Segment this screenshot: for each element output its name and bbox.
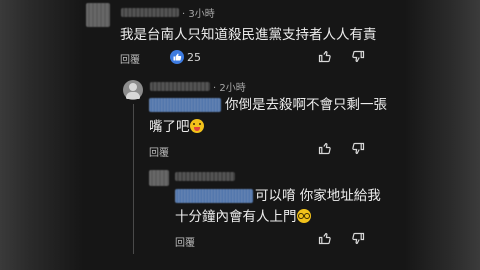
reply-text: 十分鐘內會有人上門 <box>175 209 297 225</box>
reply-text-line1: 你倒是去殺啊不會只剩一張 <box>225 97 387 113</box>
like-count: 25 <box>187 51 201 64</box>
username-censored[interactable] <box>121 8 179 17</box>
reply-button[interactable]: 回覆 <box>175 234 195 249</box>
mention-censored[interactable] <box>175 189 253 203</box>
reply-button[interactable]: 回覆 <box>149 144 169 159</box>
thread-line <box>133 104 134 254</box>
mention-censored[interactable] <box>149 98 221 112</box>
comment-text: 我是台南人只知道殺民進黨支持者人人有責 <box>120 27 377 43</box>
comment-time: · 2小時 <box>213 83 246 94</box>
thumbs-up-icon[interactable] <box>318 141 332 155</box>
thumbs-down-icon[interactable] <box>351 232 365 246</box>
thumbs-down-icon[interactable] <box>351 142 365 156</box>
thumbs-down-icon[interactable] <box>351 50 365 64</box>
thumbs-up-icon[interactable] <box>318 49 332 63</box>
username-censored[interactable] <box>150 82 210 91</box>
reply-text-line2: 嘴了吧 <box>149 117 204 137</box>
username-censored[interactable] <box>175 172 235 181</box>
avatar-censored[interactable] <box>86 3 110 27</box>
blue-thumbs-up-icon[interactable] <box>170 50 184 64</box>
reply-text: 嘴了吧 <box>149 119 190 135</box>
reply-text-line2: 十分鐘內會有人上門 <box>175 207 311 227</box>
comment-time: · 3小時 <box>182 9 215 20</box>
avatar-icon[interactable] <box>123 80 143 100</box>
nerd-emoji-icon <box>296 209 311 223</box>
avatar-censored[interactable] <box>149 170 169 186</box>
reply-button[interactable]: 回覆 <box>120 51 140 66</box>
reply-text-line1: 可以唷 你家地址給我 <box>255 188 381 204</box>
thumbs-up-icon[interactable] <box>318 231 332 245</box>
tongue-emoji-icon <box>189 119 204 133</box>
